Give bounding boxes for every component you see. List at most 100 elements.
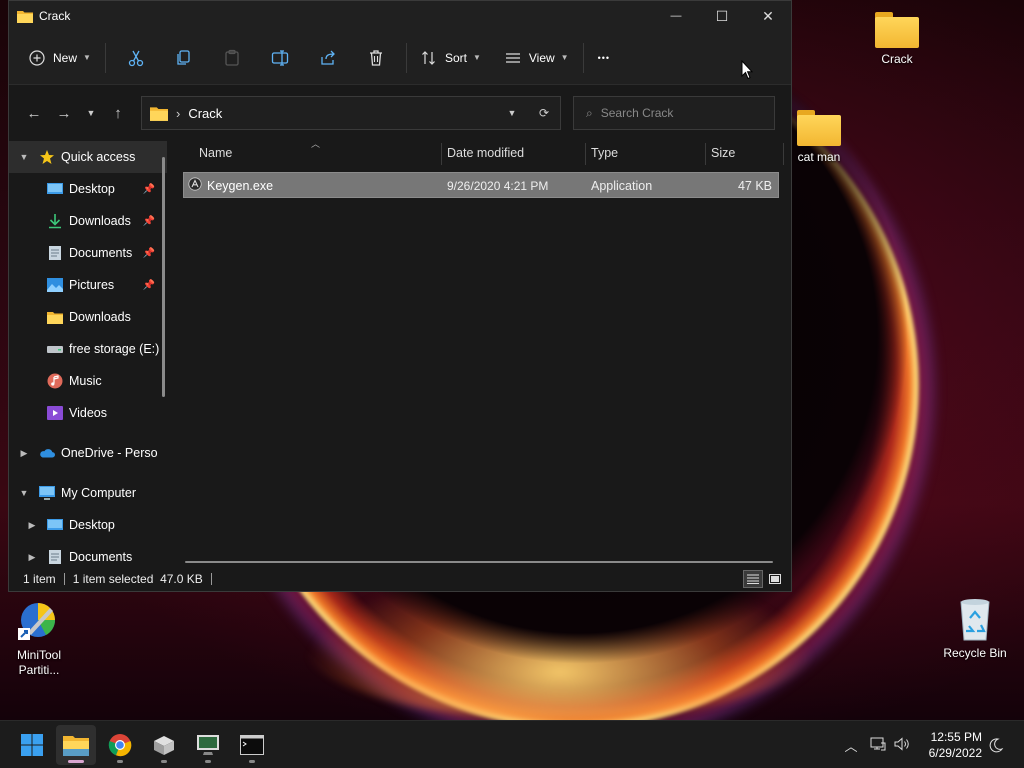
- music-icon: [47, 373, 63, 389]
- pin-icon: 📌: [142, 183, 155, 195]
- file-row-keygen[interactable]: Keygen.exe 9/26/2020 4:21 PM Application…: [183, 172, 779, 198]
- clipboard-icon: [225, 49, 239, 66]
- column-size[interactable]: Size: [711, 146, 735, 160]
- nav-item-music[interactable]: Music: [9, 365, 167, 397]
- taskbar-terminal[interactable]: [232, 725, 272, 765]
- nav-label: My Computer: [61, 486, 137, 500]
- file-list: ︿ Name Date modified Type Size Keygen.ex…: [167, 139, 791, 567]
- recent-locations-button[interactable]: ▼: [79, 98, 103, 128]
- share-icon: [321, 50, 335, 65]
- column-headers: ︿ Name Date modified Type Size: [167, 139, 791, 167]
- taskbar-app-monitor[interactable]: [188, 725, 228, 765]
- desktop-icon-crack[interactable]: Crack: [852, 12, 942, 66]
- title-bar[interactable]: Crack — ☐ ✕: [9, 1, 791, 31]
- nav-item-downloads-folder[interactable]: Downloads: [9, 301, 167, 333]
- paste-button[interactable]: [208, 41, 256, 75]
- up-button[interactable]: ↑: [103, 98, 133, 128]
- back-button[interactable]: ←: [19, 98, 49, 128]
- horizontal-scrollbar[interactable]: [185, 561, 773, 563]
- start-button[interactable]: [12, 725, 52, 765]
- desktop-icon-recycle-bin[interactable]: Recycle Bin: [930, 598, 1020, 660]
- taskbar: ︿ 12:55 PM 6/29/2022: [0, 720, 1024, 768]
- taskbar-file-explorer[interactable]: [56, 725, 96, 765]
- chevron-down-icon[interactable]: ▼: [17, 152, 31, 162]
- details-view-button[interactable]: [743, 570, 763, 588]
- desktop-icon-label: MiniTool Partiti...: [16, 648, 61, 677]
- nav-label: Desktop: [69, 182, 115, 196]
- column-name[interactable]: Name: [199, 146, 232, 160]
- folder-icon: [150, 106, 168, 121]
- delete-button[interactable]: [352, 41, 400, 75]
- breadcrumb-separator: ›: [176, 105, 181, 121]
- nav-label: Documents: [69, 246, 133, 260]
- address-dropdown-icon[interactable]: ▼: [496, 108, 528, 118]
- status-selection: 1 item selected 47.0 KB: [72, 572, 203, 586]
- show-hidden-icons-button[interactable]: ︿: [840, 736, 862, 755]
- search-input[interactable]: [600, 106, 751, 120]
- nav-item-free-storage[interactable]: free storage (E:): [9, 333, 167, 365]
- sort-button[interactable]: Sort ▼: [413, 41, 489, 75]
- nav-scrollbar[interactable]: [162, 157, 165, 397]
- chevron-right-icon[interactable]: ▶: [25, 520, 39, 531]
- folder-icon: [63, 736, 89, 756]
- chevron-down-icon: ▼: [472, 53, 481, 62]
- desktop-icon-minitool[interactable]: MiniTool Partiti...: [0, 598, 84, 678]
- new-button[interactable]: New ▼: [21, 41, 99, 75]
- nav-item-pictures[interactable]: Pictures 📌: [9, 269, 167, 301]
- nav-item-documents[interactable]: Documents 📌: [9, 237, 167, 269]
- refresh-icon[interactable]: ⟳: [528, 106, 560, 120]
- desktop-icon: [47, 517, 63, 533]
- breadcrumb-crack[interactable]: Crack: [188, 106, 222, 121]
- forward-button[interactable]: →: [49, 98, 79, 128]
- column-date-modified[interactable]: Date modified: [447, 146, 524, 160]
- network-icon[interactable]: [866, 737, 890, 754]
- clock[interactable]: 12:55 PM 6/29/2022: [929, 729, 982, 761]
- computer-icon: [39, 485, 55, 501]
- chrome-icon: [108, 734, 132, 757]
- document-icon: [47, 549, 63, 565]
- pin-icon: 📌: [142, 215, 155, 227]
- chevron-right-icon[interactable]: ▶: [17, 448, 31, 459]
- tiles-view-button[interactable]: [765, 570, 785, 588]
- nav-onedrive[interactable]: ▶ OneDrive - Perso: [9, 437, 167, 469]
- view-button[interactable]: View ▼: [497, 41, 577, 75]
- windows-logo-icon: [21, 734, 43, 756]
- nav-quick-access[interactable]: ▼ Quick access: [9, 141, 167, 173]
- minitool-icon: [16, 598, 62, 644]
- file-type: Application: [591, 179, 653, 193]
- cut-button[interactable]: [112, 41, 160, 75]
- view-label: View: [528, 50, 555, 65]
- nav-mc-documents[interactable]: ▶ Documents: [9, 541, 167, 567]
- close-button[interactable]: ✕: [745, 1, 791, 31]
- taskbar-app-box[interactable]: [144, 725, 184, 765]
- share-button[interactable]: [304, 41, 352, 75]
- nav-item-downloads[interactable]: Downloads 📌: [9, 205, 167, 237]
- nav-mc-desktop[interactable]: ▶ Desktop: [9, 509, 167, 541]
- more-options-button[interactable]: •••: [590, 41, 618, 75]
- nav-label: Documents: [69, 550, 133, 564]
- minimize-button[interactable]: —: [653, 1, 699, 31]
- chevron-right-icon[interactable]: ▶: [25, 552, 39, 563]
- application-icon: [188, 177, 202, 194]
- column-type[interactable]: Type: [591, 146, 618, 160]
- nav-item-desktop[interactable]: Desktop 📌: [9, 173, 167, 205]
- address-box[interactable]: › Crack ▼ ⟳: [141, 96, 561, 130]
- nav-item-videos[interactable]: Videos: [9, 397, 167, 429]
- window-title: Crack: [39, 9, 71, 23]
- chevron-down-icon: ▼: [86, 108, 96, 118]
- taskbar-chrome[interactable]: [100, 725, 140, 765]
- sort-icon: [422, 50, 435, 65]
- recycle-bin-icon: [955, 598, 995, 642]
- nav-label: Quick access: [61, 150, 136, 164]
- search-box[interactable]: ⌕: [573, 96, 775, 130]
- copy-button[interactable]: [160, 41, 208, 75]
- clock-date: 6/29/2022: [928, 746, 982, 760]
- chevron-down-icon[interactable]: ▼: [17, 488, 31, 498]
- nav-label: Downloads: [69, 310, 131, 324]
- nav-my-computer[interactable]: ▼ My Computer: [9, 477, 167, 509]
- maximize-button[interactable]: ☐: [699, 1, 745, 31]
- rename-button[interactable]: [256, 41, 304, 75]
- folder-icon: [875, 12, 919, 48]
- volume-icon[interactable]: [890, 736, 914, 754]
- focus-assist-icon[interactable]: [988, 721, 1004, 768]
